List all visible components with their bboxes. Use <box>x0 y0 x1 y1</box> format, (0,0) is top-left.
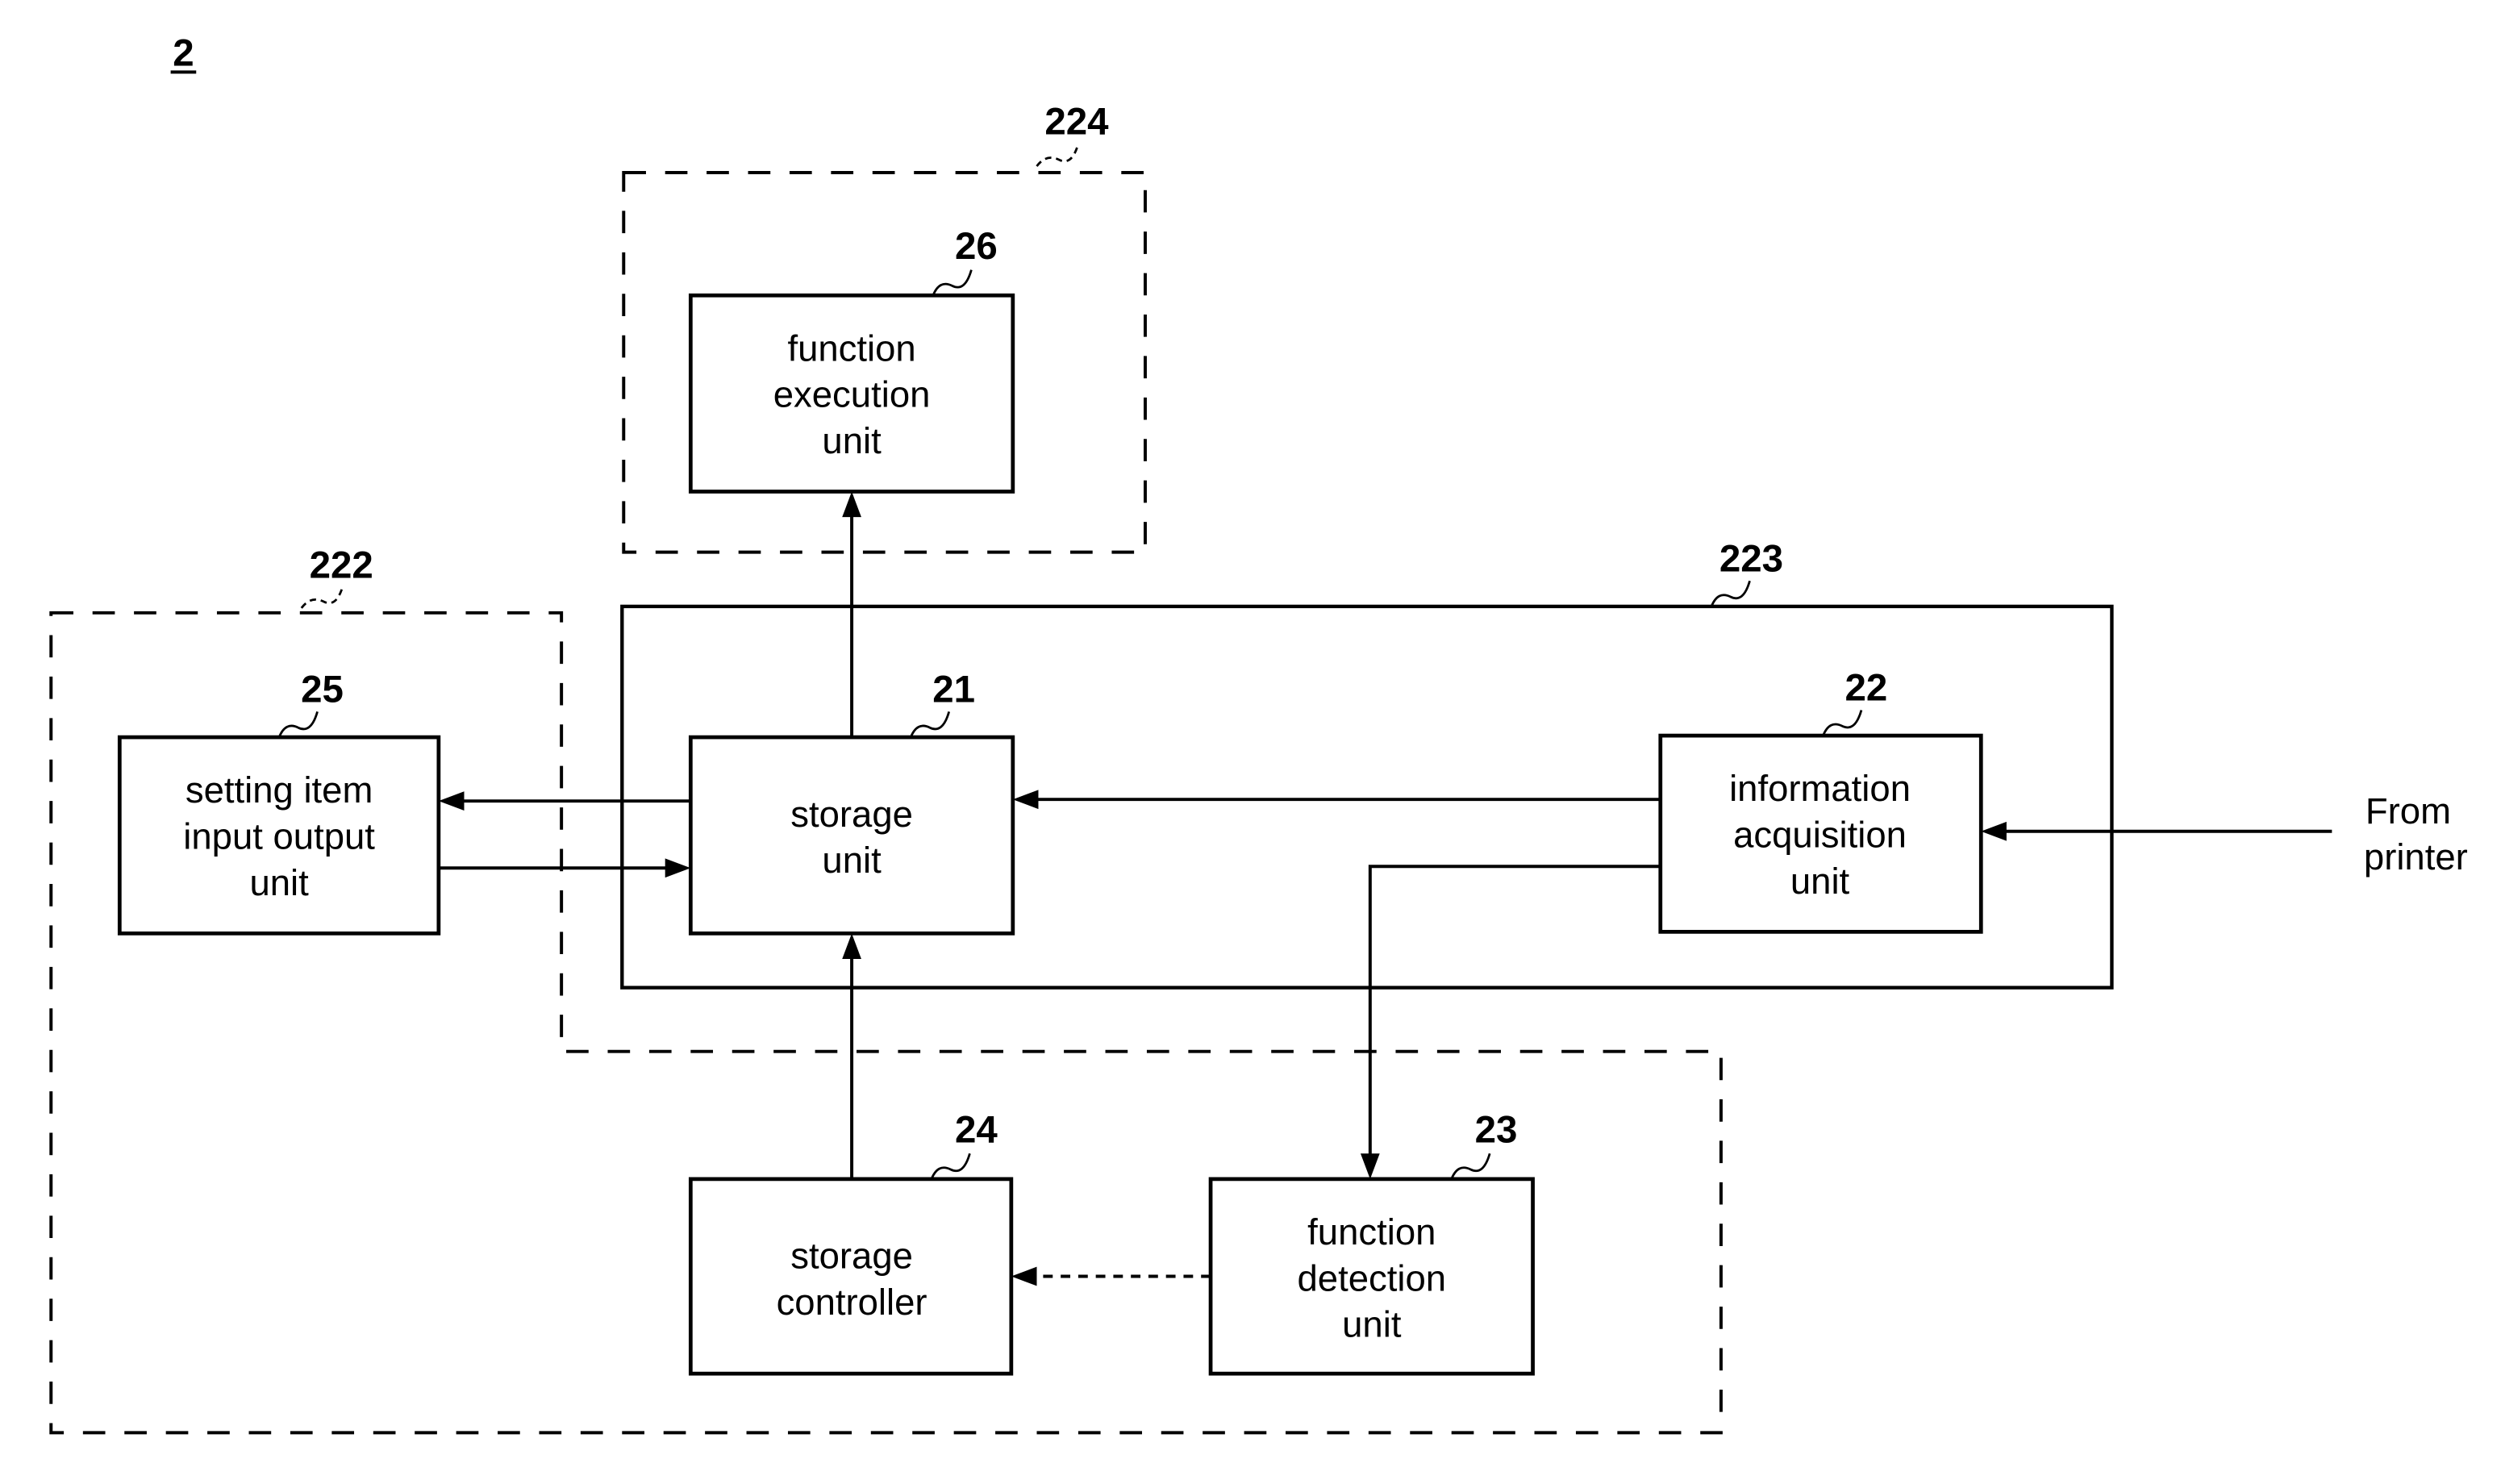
figure-number: 2 <box>170 31 197 74</box>
connection-21-to-26 <box>842 491 861 738</box>
connection-22-to-21 <box>1012 790 1661 810</box>
block-21-leader <box>909 711 951 738</box>
connection-21-to-25 <box>438 791 691 811</box>
group-222-leader <box>300 585 344 609</box>
block-23-line-2: detection <box>1298 1257 1447 1298</box>
block-25-line-2: input output <box>183 816 375 857</box>
block-23-line-3: unit <box>1342 1304 1402 1345</box>
group-224-leader <box>1036 143 1080 167</box>
arrowhead-22-21 <box>1012 790 1039 810</box>
connection-printer-to-22 <box>1981 821 2332 841</box>
block-26-line-1: function <box>787 327 915 369</box>
block-24-line-2: controller <box>777 1282 927 1323</box>
block-22-ref: 22 <box>1844 667 1887 710</box>
arrowhead-22-23 <box>1360 1153 1380 1179</box>
block-25-ref: 25 <box>301 669 344 711</box>
block-24-leader <box>930 1153 971 1180</box>
block-21-line-1: storage <box>790 794 913 835</box>
arrowhead-21-26 <box>842 491 861 518</box>
arrowhead-24-21 <box>842 933 861 959</box>
arrowhead-21-25 <box>438 791 465 811</box>
external-printer: From printer <box>2364 790 2468 877</box>
block-26-line-3: unit <box>822 420 882 461</box>
printer-label-line-2: printer <box>2364 836 2468 877</box>
block-22-line-2: acquisition <box>1733 815 1907 856</box>
block-23-leader <box>1450 1153 1491 1180</box>
group-224-ref: 224 <box>1044 101 1109 144</box>
arrowhead-23-24 <box>1011 1266 1037 1286</box>
block-diagram: 2 224 222 223 26 function execution unit… <box>49 31 2468 1435</box>
group-222-ref: 222 <box>310 544 373 586</box>
arrowhead-printer-22 <box>1981 821 2007 841</box>
block-25-leader <box>277 711 319 738</box>
group-223-leader <box>1710 580 1751 607</box>
block-23-ref: 23 <box>1475 1108 1518 1151</box>
block-25-setting-item-input-output-unit: 25 setting item input output unit <box>117 669 441 936</box>
connection-24-to-21 <box>842 933 861 1179</box>
printer-label-line-1: From <box>2366 790 2451 832</box>
block-21-line-2: unit <box>822 840 882 881</box>
block-21-box <box>688 735 1015 936</box>
connection-23-to-24 <box>1011 1266 1211 1286</box>
block-22-leader <box>1822 710 1863 736</box>
block-21-ref: 21 <box>932 669 975 711</box>
block-22-line-3: unit <box>1790 861 1850 902</box>
block-26-function-execution-unit: 26 function execution unit <box>688 225 1015 494</box>
block-25-line-1: setting item <box>185 769 373 811</box>
connection-25-to-21 <box>438 858 691 878</box>
block-22-line-1: information <box>1729 768 1911 809</box>
arrowhead-25-21 <box>665 858 691 878</box>
block-23-line-1: function <box>1307 1211 1436 1253</box>
block-22-information-acquisition-unit: 22 information acquisition unit <box>1658 667 1983 934</box>
block-26-line-2: execution <box>773 374 931 415</box>
block-26-leader <box>932 269 973 296</box>
block-26-ref: 26 <box>955 225 998 268</box>
group-223-ref: 223 <box>1719 537 1783 580</box>
figure-number-label: 2 <box>173 31 194 74</box>
block-24-line-1: storage <box>790 1236 913 1277</box>
block-24-ref: 24 <box>955 1108 998 1151</box>
block-25-line-3: unit <box>249 862 309 903</box>
